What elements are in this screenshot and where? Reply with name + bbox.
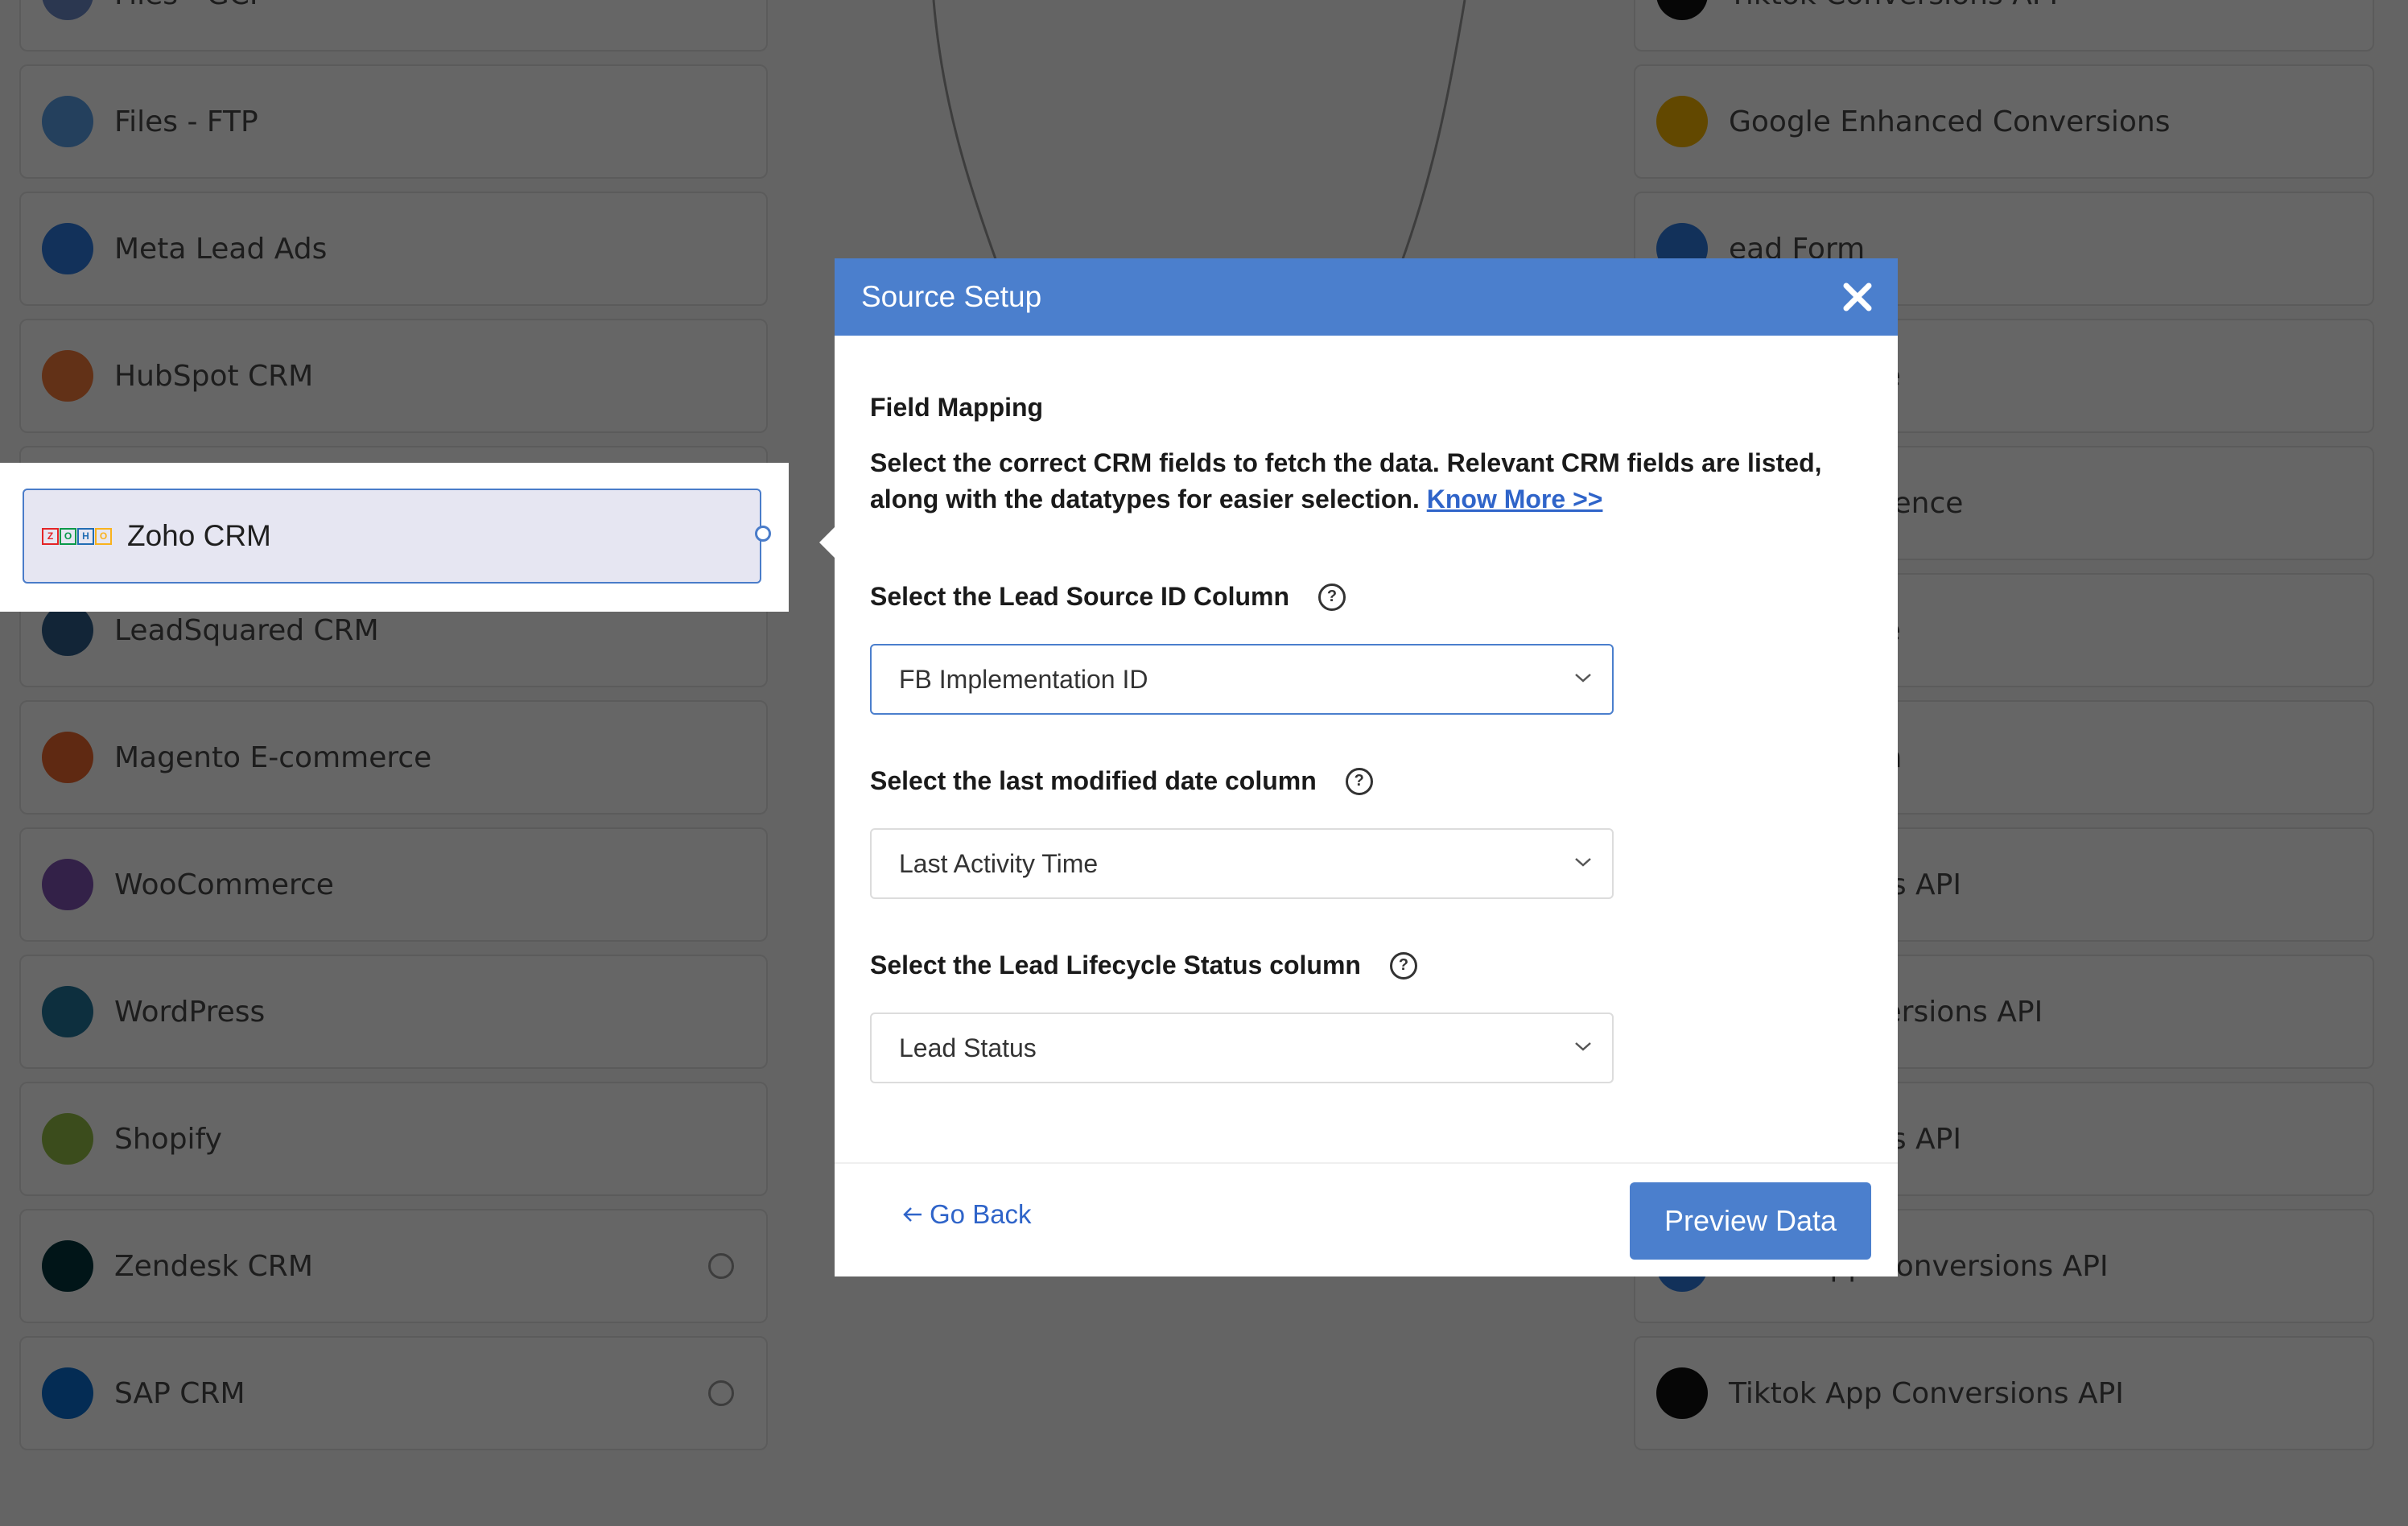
lead-source-id-field: Select the Lead Source ID Column ? FB Im… bbox=[870, 582, 1614, 715]
lead-lifecycle-status-select[interactable]: Lead Status bbox=[870, 1013, 1614, 1083]
last-modified-date-value: Last Activity Time bbox=[899, 848, 1099, 878]
help-icon[interactable]: ? bbox=[1389, 951, 1417, 980]
lead-lifecycle-status-label: Select the Lead Lifecycle Status column bbox=[870, 951, 1361, 980]
zoho-logo-icon: Z O H O bbox=[42, 527, 113, 545]
field-label: Select the Lead Source ID Column ? bbox=[870, 582, 1614, 612]
section-title: Field Mapping bbox=[870, 393, 1044, 422]
connection-port[interactable] bbox=[755, 526, 771, 542]
go-back-label: Go Back bbox=[930, 1199, 1032, 1229]
last-modified-date-field: Select the last modified date column ? L… bbox=[870, 766, 1614, 899]
lead-lifecycle-status-field: Select the Lead Lifecycle Status column … bbox=[870, 951, 1614, 1083]
description-text: Select the correct CRM fields to fetch t… bbox=[870, 448, 1822, 513]
preview-data-button[interactable]: Preview Data bbox=[1630, 1182, 1871, 1260]
help-icon[interactable]: ? bbox=[1318, 583, 1346, 611]
chevron-down-icon bbox=[1575, 674, 1591, 683]
modal-header: Source Setup bbox=[835, 258, 1898, 336]
chevron-down-icon bbox=[1575, 1042, 1591, 1051]
lead-source-id-label: Select the Lead Source ID Column bbox=[870, 582, 1289, 611]
lead-lifecycle-status-value: Lead Status bbox=[899, 1033, 1037, 1062]
lead-source-id-select[interactable]: FB Implementation ID bbox=[870, 644, 1614, 715]
selected-source-panel: Z O H O Zoho CRM bbox=[0, 463, 789, 612]
last-modified-date-select[interactable]: Last Activity Time bbox=[870, 828, 1614, 899]
lead-source-id-value: FB Implementation ID bbox=[899, 664, 1148, 694]
source-setup-modal: Source Setup Field Mapping Select the co… bbox=[835, 258, 1898, 1276]
zoho-crm-card[interactable]: Z O H O Zoho CRM bbox=[23, 489, 761, 584]
modal-title: Source Setup bbox=[861, 280, 1042, 313]
zoho-logo-letter-o: O bbox=[60, 527, 76, 545]
go-back-button[interactable]: Go Back bbox=[901, 1199, 1032, 1230]
modal-body: Field Mapping Select the correct CRM fie… bbox=[835, 393, 1898, 518]
zoho-logo-letter-o2: O bbox=[95, 527, 112, 545]
zoho-logo-letter-z: Z bbox=[42, 527, 59, 545]
help-icon[interactable]: ? bbox=[1345, 767, 1373, 795]
know-more-link[interactable]: Know More >> bbox=[1427, 485, 1603, 513]
field-label: Select the last modified date column ? bbox=[870, 766, 1614, 796]
close-icon[interactable] bbox=[1840, 279, 1875, 315]
zoho-logo-letter-h: H bbox=[77, 527, 94, 545]
modal-footer: Go Back Preview Data bbox=[835, 1162, 1898, 1276]
field-label: Select the Lead Lifecycle Status column … bbox=[870, 951, 1614, 980]
zoho-crm-label: Zoho CRM bbox=[127, 519, 271, 552]
chevron-down-icon bbox=[1575, 858, 1591, 867]
arrow-left-icon bbox=[903, 1207, 922, 1222]
field-mapping-description: Select the correct CRM fields to fetch t… bbox=[870, 445, 1868, 518]
last-modified-date-label: Select the last modified date column bbox=[870, 766, 1317, 795]
